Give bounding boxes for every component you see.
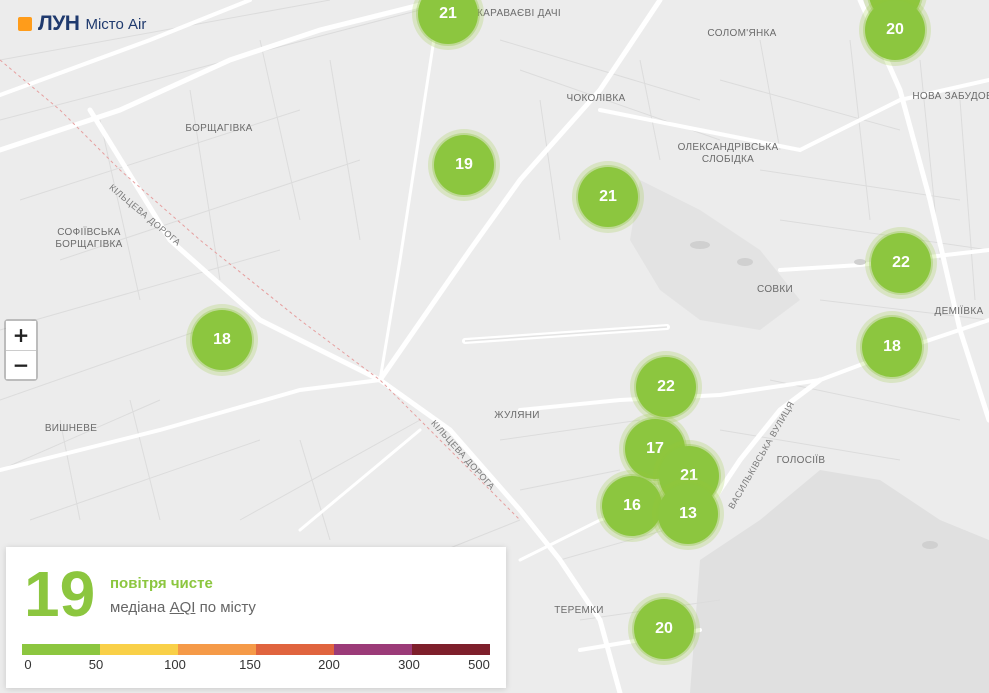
brand-name: ЛУН — [38, 12, 80, 35]
app-name: Місто Air — [85, 15, 147, 33]
district-label: КАРАВАЄВІ ДАЧІ — [477, 8, 561, 19]
aqi-cluster-value: 18 — [192, 310, 252, 370]
aqi-scale-tick-label: 200 — [318, 657, 340, 672]
district-label: СОВКИ — [757, 284, 793, 295]
median-label: медіана — [110, 599, 166, 616]
aqi-scale-segment — [22, 644, 100, 655]
aqi-scale-segment — [334, 644, 412, 655]
district-label: БОРЩАГІВКА — [185, 123, 253, 134]
district-label: ОЛЕКСАНДРІВСЬКА СЛОБІДКА — [677, 142, 779, 165]
district-label: ЖУЛЯНИ — [494, 410, 540, 421]
aqi-scale-segment — [412, 644, 490, 655]
aqi-summary-panel: 19 повітря чисте медіана AQI по місту 0 5… — [6, 547, 506, 688]
aqi-cluster-value: 22 — [871, 233, 931, 293]
aqi-cluster-value: 22 — [636, 357, 696, 417]
district-label: НОВА ЗАБУДОВА — [912, 91, 989, 102]
aqi-scale-segment — [100, 644, 178, 655]
aqi-cluster-marker[interactable]: 21 — [572, 161, 644, 233]
aqi-cluster-marker[interactable]: 19 — [428, 129, 500, 201]
aqi-scale-tick-label: 300 — [398, 657, 420, 672]
district-label: ВИШНЕВЕ — [44, 423, 98, 434]
zoom-in-button[interactable]: + — [6, 321, 36, 350]
aqi-cluster-marker[interactable]: 13 — [652, 478, 724, 550]
brand-logo[interactable]: ЛУН Місто Air — [18, 12, 146, 36]
median-caption: медіана AQI по місту — [110, 599, 256, 616]
aqi-cluster-value: 20 — [634, 599, 694, 659]
median-aqi-value: 19 — [24, 558, 96, 630]
aqi-info-link[interactable]: AQI — [170, 599, 196, 616]
aqi-scale-tick-label: 150 — [239, 657, 261, 672]
city-label: по місту — [199, 599, 256, 616]
district-label: ДЕМІЇВКА — [934, 306, 984, 317]
aqi-color-scale — [22, 644, 490, 655]
air-status-text: повітря чисте — [110, 575, 213, 592]
aqi-cluster-value: 21 — [578, 167, 638, 227]
aqi-scale-tick-label: 0 — [24, 657, 32, 672]
aqi-scale-tick-label: 50 — [88, 657, 104, 672]
district-label: ТЕРЕМКИ — [554, 605, 604, 616]
aqi-cluster-value: 21 — [418, 0, 478, 44]
aqi-scale-segment — [178, 644, 256, 655]
aqi-cluster-marker[interactable]: 22 — [630, 351, 702, 423]
zoom-out-button[interactable]: − — [6, 350, 36, 379]
aqi-scale-segment — [256, 644, 334, 655]
aqi-cluster-value: 19 — [434, 135, 494, 195]
aqi-cluster-marker[interactable]: 22 — [865, 227, 937, 299]
district-label: СОФІЇВСЬКА БОРЩАГІВКА — [55, 227, 123, 250]
aqi-cluster-value: 20 — [865, 0, 925, 60]
district-label: ЧОКОЛІВКА — [566, 93, 626, 104]
aqi-cluster-marker[interactable]: 20 — [628, 593, 700, 665]
district-label: ГОЛОСІЇВ — [776, 455, 826, 466]
aqi-scale-ticks: 0 50 100 150 200 300 500 — [22, 657, 496, 673]
aqi-cluster-marker[interactable]: 18 — [186, 304, 258, 376]
aqi-scale-tick-label: 500 — [468, 657, 490, 672]
district-label: СОЛОМ'ЯНКА — [707, 28, 777, 39]
aqi-cluster-value: 18 — [862, 317, 922, 377]
zoom-control: + − — [4, 319, 38, 381]
aqi-cluster-value: 13 — [658, 484, 718, 544]
aqi-cluster-marker[interactable]: 18 — [856, 311, 928, 383]
logo-square-icon — [18, 17, 32, 31]
aqi-scale-tick-label: 100 — [164, 657, 186, 672]
